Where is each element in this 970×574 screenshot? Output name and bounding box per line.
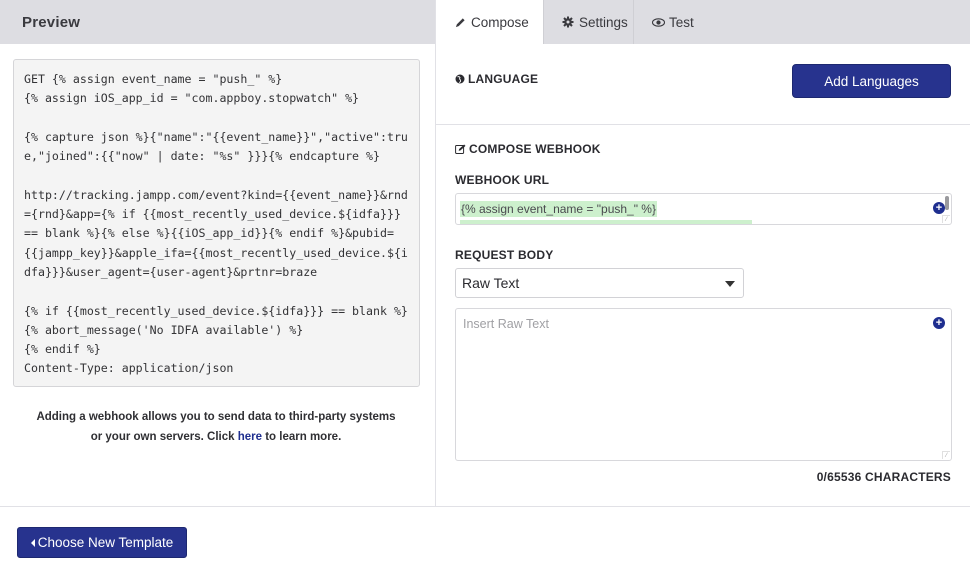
webhook-info-text: Adding a webhook allows you to send data… [30, 408, 402, 447]
add-personalization-icon[interactable]: + [933, 317, 945, 329]
language-label: LANGUAGE [455, 72, 538, 86]
info-text-after: to learn more. [262, 430, 342, 443]
raw-text-input[interactable]: Insert Raw Text + ⁄ [455, 308, 952, 461]
eye-icon [651, 17, 665, 27]
request-body-label: REQUEST BODY [455, 248, 554, 262]
gear-icon [561, 16, 575, 28]
compose-webhook-label: COMPOSE WEBHOOK [455, 142, 601, 156]
add-languages-button[interactable]: Add Languages [792, 64, 951, 98]
webhook-url-input[interactable]: {% assign event_name = "push_" %} + ⁄ [455, 193, 952, 225]
preview-code-box: GET {% assign event_name = "push_" %} {%… [13, 59, 420, 387]
tab-settings-label: Settings [579, 14, 628, 30]
choose-new-template-label: Choose New Template [37, 535, 174, 550]
resize-handle-icon[interactable]: ⁄ [942, 451, 950, 459]
request-body-type-value: Raw Text [462, 275, 520, 291]
preview-code: GET {% assign event_name = "push_" %} {%… [24, 72, 408, 376]
webhook-url-value: {% assign event_name = "push_" %} [460, 201, 657, 217]
raw-text-placeholder: Insert Raw Text [463, 317, 549, 331]
footer: Choose New Template [0, 506, 970, 574]
preview-title: Preview [22, 13, 81, 31]
tab-compose[interactable]: Compose [436, 0, 544, 44]
pencil-icon [453, 17, 467, 28]
character-count: 0/65536 CHARACTERS [816, 470, 951, 484]
url-scrollbar[interactable] [945, 196, 949, 210]
info-text-before: Adding a webhook allows you to send data… [36, 411, 396, 443]
preview-header: Preview [0, 0, 435, 44]
choose-new-template-button[interactable]: Choose New Template [17, 527, 187, 558]
edit-icon [455, 144, 466, 154]
request-body-type-select[interactable]: Raw Text [455, 268, 744, 298]
webhook-url-value-line2 [460, 220, 752, 224]
caret-left-icon [30, 538, 35, 547]
preview-panel: Preview GET {% assign event_name = "push… [0, 0, 436, 506]
tab-test[interactable]: Test [634, 0, 714, 44]
webhook-url-label: WEBHOOK URL [455, 173, 550, 187]
resize-handle-icon[interactable]: ⁄ [942, 215, 950, 223]
tab-test-label: Test [669, 14, 694, 30]
chevron-down-icon [725, 281, 735, 287]
language-section: LANGUAGE Add Languages [436, 44, 970, 125]
tab-bar: Compose Settings Test [436, 0, 970, 44]
globe-icon [455, 74, 465, 84]
tab-settings[interactable]: Settings [544, 0, 634, 44]
learn-more-link[interactable]: here [238, 431, 262, 443]
compose-panel: Compose Settings Test LANGUAGE Add Langu… [436, 0, 970, 506]
add-personalization-icon[interactable]: + [933, 202, 945, 214]
tab-compose-label: Compose [471, 14, 529, 30]
